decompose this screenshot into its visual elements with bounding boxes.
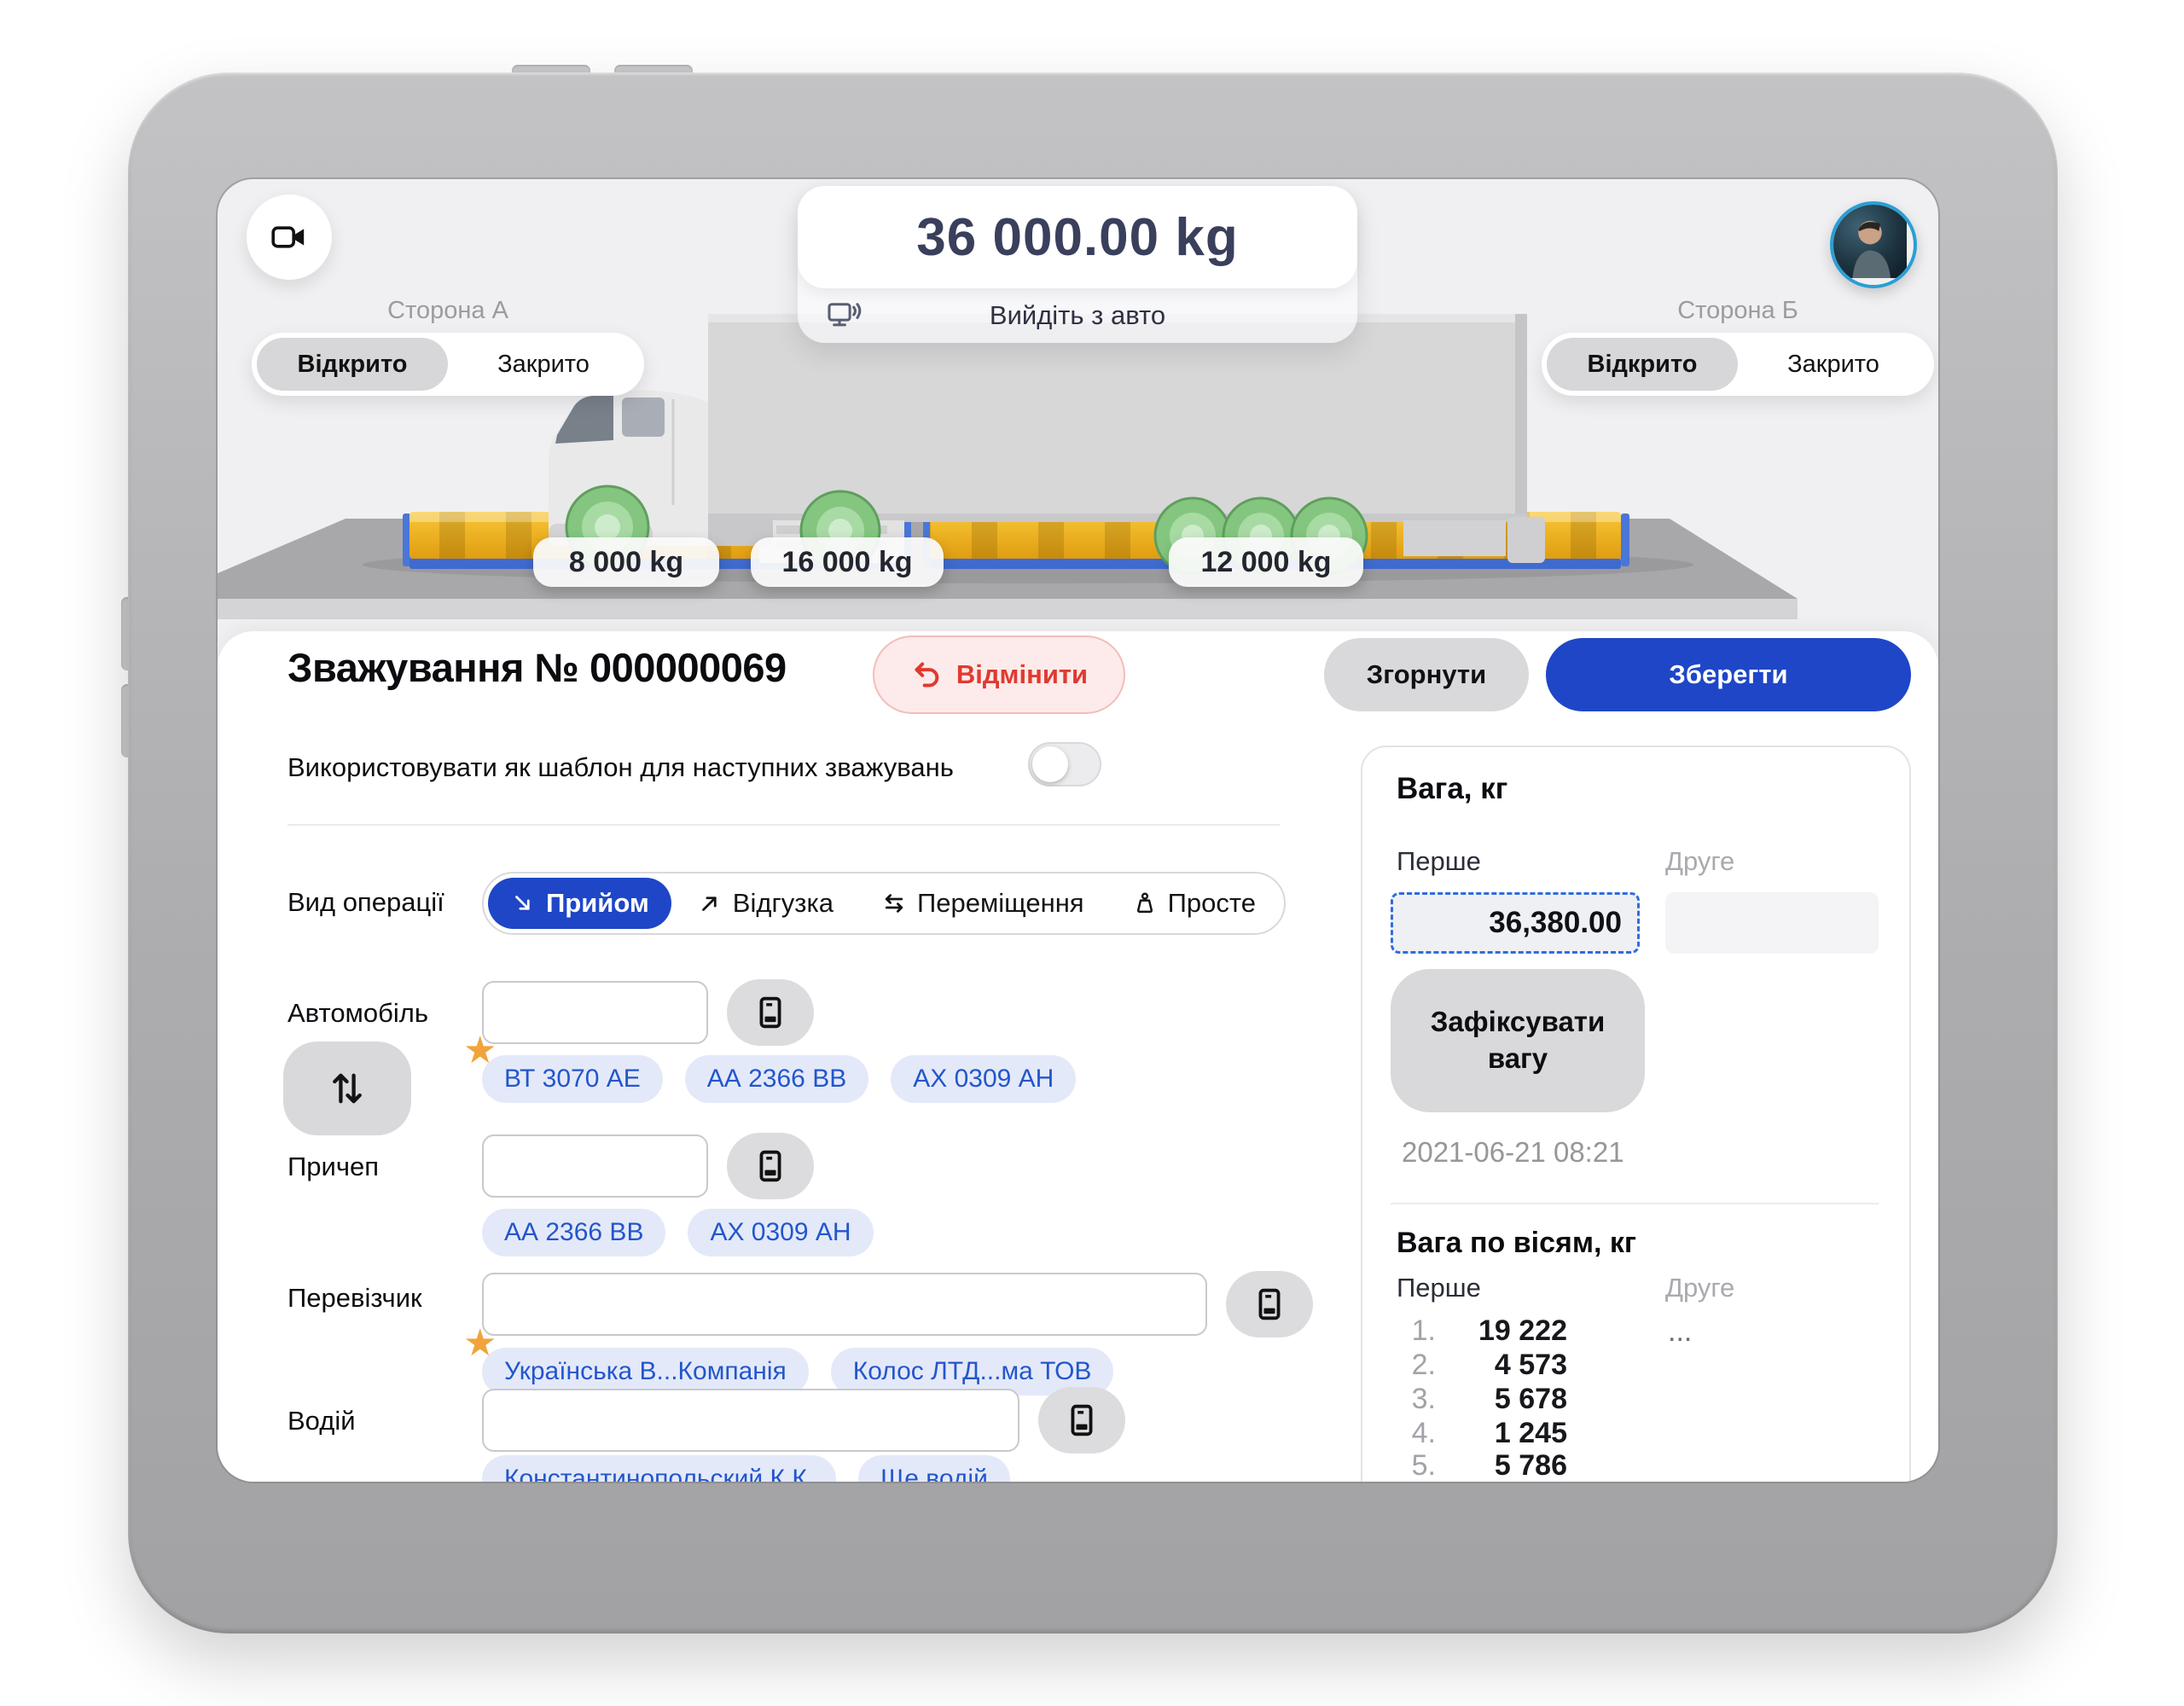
contact-book-icon [751, 1146, 790, 1186]
arrow-up-right-icon [697, 891, 723, 916]
weight-panel-title: Вага, кг [1397, 772, 1507, 806]
contact-book-icon [751, 993, 790, 1032]
axle-weight-row: 3. 5 678 [1397, 1382, 1567, 1416]
operation-option-ship[interactable]: Відгузка [675, 878, 856, 929]
driver-label: Водій [288, 1406, 356, 1436]
swap-vertical-icon [325, 1066, 369, 1111]
driver-chip[interactable]: Ще водій [858, 1455, 1010, 1482]
toggle-knob [1032, 746, 1068, 782]
trailer-directory-button[interactable] [727, 1133, 814, 1199]
user-avatar[interactable] [1830, 201, 1917, 288]
vehicle-plate-chip[interactable]: ВТ 3070 АЕ [482, 1055, 663, 1103]
cancel-button-label: Відмінити [956, 659, 1088, 690]
side-b-open-option[interactable]: Відкрито [1547, 338, 1738, 391]
axle-value: 5 786 [1449, 1448, 1567, 1482]
axle-weight-row: 2. 4 573 [1397, 1348, 1567, 1382]
axle-weight-row: 5. 5 786 [1397, 1448, 1567, 1482]
operation-option-move[interactable]: Переміщення [859, 878, 1107, 929]
operation-option-simple[interactable]: Просте [1110, 878, 1278, 929]
driver-input[interactable] [482, 1389, 1019, 1452]
driver-chip[interactable]: Константинопольский К.К. [482, 1455, 836, 1482]
announcement-icon [825, 295, 864, 334]
side-a-closed-option[interactable]: Закрито [448, 338, 639, 391]
camera-button[interactable] [247, 194, 332, 280]
axle-value: 1 245 [1449, 1416, 1567, 1450]
arrow-down-right-icon [510, 891, 536, 916]
favorite-star-icon: ★ [463, 1325, 497, 1362]
tablet-frame: 36 000.00 kg Вийдіть з авто [128, 73, 2058, 1633]
axle-first-label: Перше [1397, 1273, 1481, 1303]
undo-icon [910, 658, 944, 692]
live-weight-value: 36 000.00 kg [798, 186, 1357, 288]
fix-weight-button[interactable]: Зафіксувати вагу [1391, 969, 1645, 1112]
swap-vehicle-trailer-button[interactable] [283, 1042, 411, 1135]
axle-second-label: Друге [1665, 1273, 1734, 1303]
second-weight-input[interactable] [1665, 892, 1879, 954]
axle-second-placeholder: ... [1668, 1315, 1692, 1349]
divider [1391, 1203, 1879, 1204]
arrows-left-right-icon [881, 891, 907, 916]
first-weight-label: Перше [1397, 846, 1481, 877]
axle-group-badge: 8 000 kg [533, 537, 719, 587]
axle-weights-title: Вага по вісям, кг [1397, 1227, 1636, 1260]
carrier-input[interactable] [482, 1273, 1207, 1336]
live-weight-message: Вийдіть з авто [990, 300, 1165, 331]
weight-icon [1132, 891, 1158, 916]
operation-option-label: Переміщення [917, 888, 1084, 919]
axle-group-badge: 16 000 kg [751, 537, 944, 587]
live-weight-toast: 36 000.00 kg Вийдіть з авто [798, 186, 1357, 343]
first-weight-timestamp: 2021-06-21 08:21 [1402, 1136, 1624, 1169]
operation-type-label: Вид операції [288, 887, 444, 918]
favorite-star-icon: ★ [463, 1032, 497, 1070]
app-screen: 36 000.00 kg Вийдіть з авто [218, 179, 1938, 1482]
vehicle-plate-chip[interactable]: АХ 0309 АН [891, 1055, 1076, 1103]
page-title: Зважування № 000000069 [288, 644, 787, 691]
axle-number: 2. [1397, 1348, 1436, 1382]
first-weight-input[interactable] [1391, 892, 1640, 954]
carrier-directory-button[interactable] [1226, 1271, 1313, 1338]
side-a-toggle: Відкрито Закрито [252, 333, 644, 396]
carrier-label: Перевізчик [288, 1283, 422, 1314]
template-toggle-label: Використовувати як шаблон для наступних … [288, 752, 954, 783]
axle-number: 4. [1397, 1416, 1436, 1450]
second-weight-label: Друге [1665, 846, 1734, 877]
axle-number: 5. [1397, 1448, 1436, 1482]
trailer-input[interactable] [482, 1134, 708, 1198]
axle-number: 3. [1397, 1382, 1436, 1416]
divider [288, 824, 1280, 826]
operation-option-receive[interactable]: Прийом [488, 878, 671, 929]
operation-option-label: Просте [1168, 888, 1256, 919]
axle-value: 5 678 [1449, 1382, 1567, 1416]
side-a-label: Сторона А [252, 297, 644, 325]
axle-number: 1. [1397, 1314, 1436, 1348]
contact-book-icon [1250, 1285, 1289, 1324]
save-button[interactable]: Зберегти [1546, 638, 1911, 711]
axle-value: 4 573 [1449, 1348, 1567, 1382]
side-a-open-option[interactable]: Відкрито [257, 338, 448, 391]
driver-directory-button[interactable] [1038, 1387, 1125, 1454]
side-b-label: Сторона Б [1542, 297, 1934, 325]
operation-type-segmented-control: Прийом Відгузка Переміщення [482, 872, 1286, 935]
side-b-closed-option[interactable]: Закрито [1738, 338, 1929, 391]
vehicle-plate-chip[interactable]: АА 2366 ВВ [685, 1055, 868, 1103]
axle-weight-row: 4. 1 245 [1397, 1416, 1567, 1450]
axle-weight-row: 1. 19 222 [1397, 1314, 1567, 1348]
cancel-button[interactable]: Відмінити [873, 635, 1125, 714]
video-camera-icon [269, 217, 310, 258]
vehicle-directory-button[interactable] [727, 979, 814, 1046]
contact-book-icon [1062, 1401, 1101, 1440]
operation-option-label: Відгузка [733, 888, 834, 919]
axle-group-badge: 12 000 kg [1169, 537, 1363, 587]
side-b-toggle: Відкрито Закрито [1542, 333, 1934, 396]
collapse-button[interactable]: Згорнути [1324, 638, 1529, 711]
trailer-plate-chip[interactable]: АА 2366 ВВ [482, 1209, 665, 1256]
trailer-label: Причеп [288, 1152, 379, 1182]
trailer-plate-chip[interactable]: АХ 0309 АН [688, 1209, 873, 1256]
operation-option-label: Прийом [546, 888, 649, 919]
vehicle-label: Автомобіль [288, 998, 428, 1029]
axle-value: 19 222 [1449, 1314, 1567, 1348]
vehicle-input[interactable] [482, 981, 708, 1044]
template-toggle[interactable] [1028, 742, 1101, 786]
